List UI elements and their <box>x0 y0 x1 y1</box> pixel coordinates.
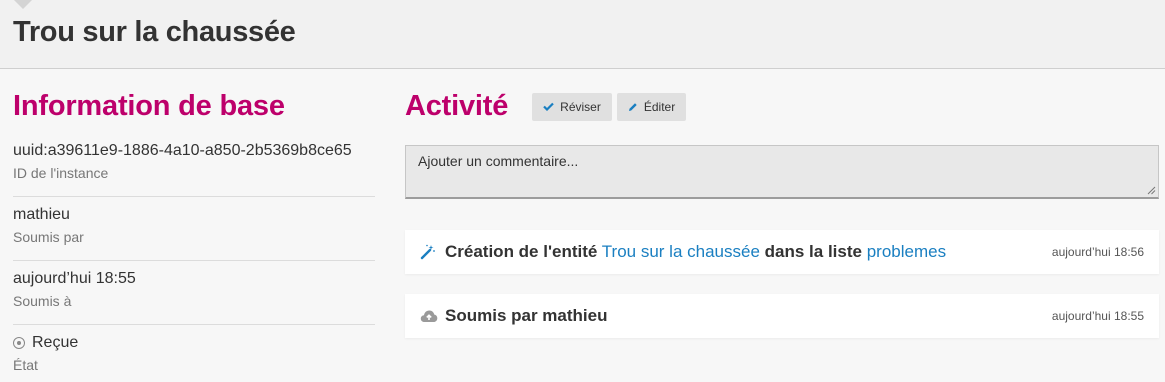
basic-info-panel: Information de base uuid:a39611e9-1886-4… <box>13 69 375 382</box>
feed-item-text: Création de l'entité Trou sur la chaussé… <box>445 242 946 262</box>
edit-button-label: Éditer <box>643 99 676 114</box>
state-label: État <box>13 357 38 373</box>
magic-wand-icon <box>420 243 438 261</box>
comment-input[interactable]: Ajouter un commentaire... <box>405 145 1159 199</box>
basic-info-heading: Information de base <box>13 90 285 122</box>
cloud-upload-icon <box>420 307 438 325</box>
activity-header: Activité Réviser Éditer <box>405 90 1159 123</box>
feed-timestamp: aujourd’hui 18:56 <box>1051 245 1144 259</box>
submitted-at-label: Soumis à <box>13 293 72 309</box>
state-value: Reçue <box>32 334 79 351</box>
basic-info-list: uuid:a39611e9-1886-4a10-a850-2b5369b8ce6… <box>13 138 375 382</box>
feed-prefix: Création de l'entité <box>445 242 598 261</box>
instance-id-value: uuid:a39611e9-1886-4a10-a850-2b5369b8ce6… <box>13 142 352 159</box>
page-title: Trou sur la chaussée <box>13 16 296 48</box>
info-item-submitted-at: aujourd’hui 18:55 Soumis à <box>13 261 375 325</box>
feed-item-entity-created: Création de l'entité Trou sur la chaussé… <box>405 230 1159 274</box>
resize-grip-icon[interactable] <box>1147 186 1156 195</box>
feed-timestamp: aujourd’hui 18:55 <box>1051 309 1144 323</box>
check-icon <box>543 102 554 111</box>
page-header: Trou sur la chaussée <box>0 0 1165 69</box>
entity-link[interactable]: Trou sur la chaussée <box>602 242 760 261</box>
edit-button[interactable]: Éditer <box>616 92 687 121</box>
list-link[interactable]: problemes <box>867 242 946 261</box>
info-item-instance-id: uuid:a39611e9-1886-4a10-a850-2b5369b8ce6… <box>13 138 375 197</box>
instance-id-label: ID de l'instance <box>13 165 109 181</box>
activity-panel: Activité Réviser Éditer Ajouter un comme… <box>405 69 1159 338</box>
review-button-label: Réviser <box>560 99 601 114</box>
activity-heading: Activité <box>405 90 509 122</box>
activity-feed: Création de l'entité Trou sur la chaussé… <box>405 230 1159 338</box>
submitted-at-value: aujourd’hui 18:55 <box>13 270 136 287</box>
submitter-value: mathieu <box>13 206 70 223</box>
header-notch <box>14 0 32 9</box>
review-button[interactable]: Réviser <box>532 92 612 121</box>
feed-item-submitted: Soumis par mathieu aujourd’hui 18:55 <box>405 294 1159 338</box>
radio-dot-icon <box>13 337 25 349</box>
feed-middle: dans la liste <box>764 242 862 261</box>
feed-item-text: Soumis par mathieu <box>445 306 607 326</box>
pencil-icon <box>628 102 638 112</box>
info-item-state: Reçue État <box>13 325 375 382</box>
comment-placeholder: Ajouter un commentaire... <box>418 153 579 169</box>
submitter-label: Soumis par <box>13 229 84 245</box>
info-item-submitter: mathieu Soumis par <box>13 197 375 261</box>
state-value-row: Reçue <box>13 333 375 353</box>
feed-submitted-text: Soumis par mathieu <box>445 306 608 325</box>
